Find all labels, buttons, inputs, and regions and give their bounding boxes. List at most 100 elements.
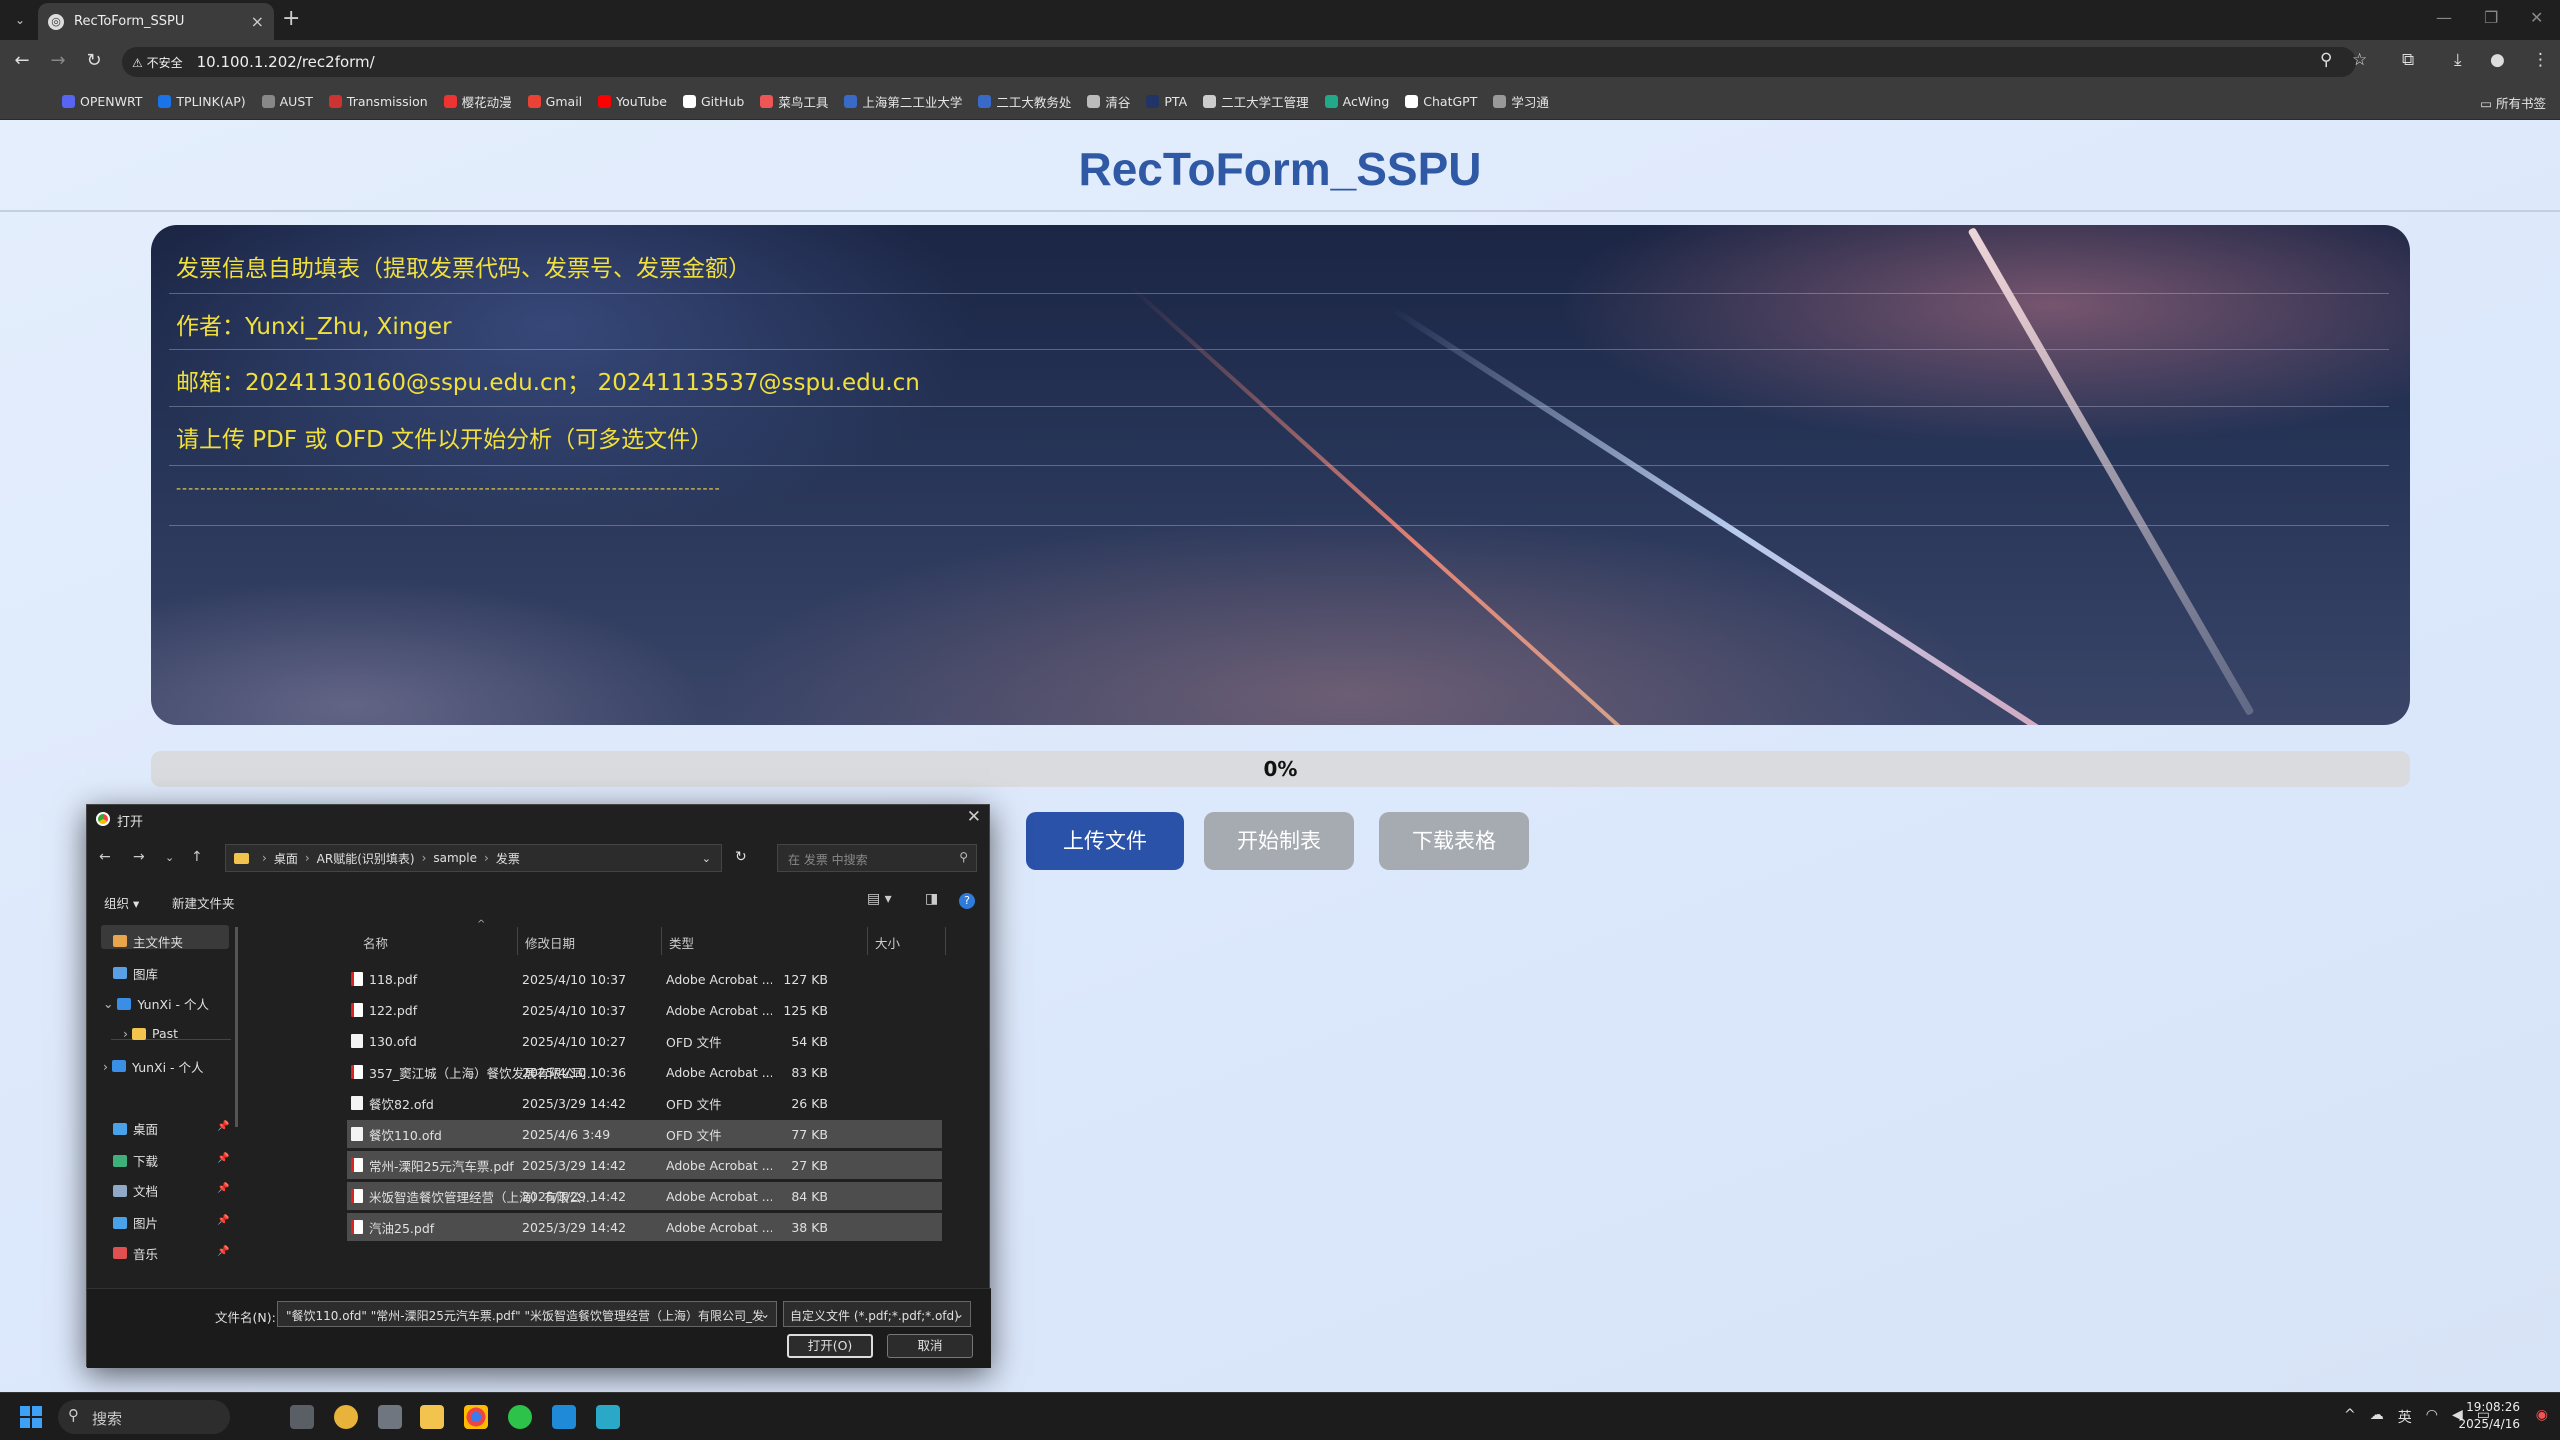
back-icon[interactable]: ← [10, 50, 34, 71]
zoom-icon[interactable]: ⚲ [2320, 50, 2332, 70]
breadcrumb-item[interactable]: 桌面 [274, 850, 298, 867]
download-table-button[interactable]: 下载表格 [1379, 812, 1529, 870]
up-folder-icon[interactable]: ↑ [191, 849, 203, 865]
column-separator[interactable] [945, 927, 946, 955]
sidebar-item[interactable]: › YunXi - 个人 [103, 1057, 204, 1076]
bookmark-item[interactable]: 上海第二工业大学 [844, 92, 962, 111]
file-row[interactable]: 汽油25.pdf 2025/3/29 14:42 Adobe Acrobat ...… [347, 1213, 942, 1241]
recent-locations-icon[interactable]: ⌄ [165, 851, 174, 864]
column-separator[interactable] [661, 927, 662, 955]
tab-search-icon[interactable]: ⌄ [8, 8, 32, 32]
restore-icon[interactable]: ❐ [2484, 8, 2498, 27]
column-separator[interactable] [867, 927, 868, 955]
file-row[interactable]: 130.ofd 2025/4/10 10:27 OFD 文件 54 KB [347, 1027, 942, 1055]
sidebar-item[interactable]: 桌面 [113, 1119, 158, 1138]
profile-avatar-icon[interactable]: ● [2490, 50, 2505, 70]
filetype-select[interactable]: 自定义文件 (*.pdf;*.pdf;*.ofd) ⌄ [783, 1301, 971, 1327]
file-explorer-icon[interactable] [420, 1405, 444, 1429]
file-row[interactable]: 122.pdf 2025/4/10 10:37 Adobe Acrobat ... 1… [347, 996, 942, 1024]
pin-icon[interactable]: 📌 [217, 1246, 229, 1257]
bookmark-star-icon[interactable]: ☆ [2352, 50, 2367, 70]
column-type-header[interactable]: 类型 [669, 933, 694, 952]
browser-tab[interactable]: ◎ RecToForm_SSPU × [38, 3, 274, 40]
file-row[interactable]: 357_窦江城（上海）餐饮发展有限公司_... 2025/4/10 10:36 Ad… [347, 1058, 942, 1086]
pin-icon[interactable]: 📌 [217, 1153, 229, 1164]
extensions-icon[interactable]: ⧉ [2402, 50, 2414, 70]
new-folder-button[interactable]: 新建文件夹 [172, 893, 235, 912]
folder-search-input[interactable]: 在 发票 中搜索 ⚲ [777, 844, 977, 872]
cancel-button[interactable]: 取消 [887, 1334, 973, 1358]
bookmark-item[interactable]: TPLINK(AP) [158, 94, 246, 109]
column-date-header[interactable]: 修改日期 [525, 933, 575, 952]
breadcrumb-item[interactable]: 发票 [496, 850, 520, 867]
column-name-header[interactable]: 名称 [363, 933, 388, 952]
breadcrumb-item[interactable]: sample [433, 851, 477, 865]
bookmark-item[interactable]: YouTube [598, 94, 667, 109]
sidebar-item[interactable]: 图片 [113, 1213, 158, 1232]
address-bar[interactable]: ⚠ 不安全 10.100.1.202/rec2form/ [122, 47, 2356, 77]
expand-icon[interactable]: › [123, 1026, 128, 1041]
download-icon[interactable]: ⤓ [2454, 50, 2462, 70]
vscode-icon[interactable] [552, 1405, 576, 1429]
bookmark-item[interactable]: GitHub [682, 94, 744, 109]
file-row[interactable]: 餐饮110.ofd 2025/4/6 3:49 OFD 文件 77 KB [347, 1120, 942, 1148]
expand-icon[interactable]: › [103, 1059, 108, 1074]
close-tab-icon[interactable]: × [251, 12, 264, 31]
app-icon[interactable] [378, 1405, 402, 1429]
bookmark-item[interactable]: AUST [261, 94, 313, 109]
reload-icon[interactable]: ↻ [82, 50, 106, 71]
sidebar-scrollbar[interactable] [235, 927, 238, 1127]
wifi-icon[interactable]: ◠ [2426, 1407, 2438, 1427]
expand-icon[interactable]: ⌄ [103, 996, 113, 1011]
filename-dropdown-icon[interactable]: ⌄ [760, 1307, 770, 1321]
sidebar-item[interactable]: ⌄ YunXi - 个人 [103, 994, 209, 1013]
sidebar-item[interactable]: 音乐 [113, 1244, 158, 1263]
bookmark-item[interactable]: Transmission [328, 94, 428, 109]
sidebar-item[interactable]: 下载 [113, 1151, 158, 1170]
column-separator[interactable] [517, 927, 518, 955]
dialog-forward-icon[interactable]: → [133, 849, 145, 865]
sidebar-item[interactable]: 主文件夹 [113, 932, 183, 951]
tray-overflow-icon[interactable]: ^ [2344, 1407, 2356, 1427]
path-breadcrumb[interactable]: › 桌面 › AR赋能(识别填表) › sample › 发票 ⌄ [225, 844, 722, 872]
sidebar-item[interactable]: › Past [123, 1026, 178, 1041]
help-icon[interactable]: ? [959, 893, 975, 909]
bookmark-item[interactable]: PTA [1146, 94, 1187, 109]
window-close-icon[interactable]: ✕ [2530, 8, 2543, 27]
file-row[interactable]: 米饭智造餐饮管理经营（上海）有限公司... 2025/3/29 14:42 Adob… [347, 1182, 942, 1210]
bookmark-item[interactable]: 清谷 [1087, 92, 1130, 111]
bookmark-item[interactable]: 二工大教务处 [978, 92, 1071, 111]
minimize-icon[interactable]: — [2436, 8, 2452, 27]
pin-icon[interactable]: 📌 [217, 1183, 229, 1194]
wechat-icon[interactable] [508, 1405, 532, 1429]
sidebar-item[interactable]: 文档 [113, 1181, 158, 1200]
refresh-icon[interactable]: ↻ [735, 849, 747, 865]
file-row[interactable]: 118.pdf 2025/4/10 10:37 Adobe Acrobat ... 1… [347, 965, 942, 993]
start-table-button[interactable]: 开始制表 [1204, 812, 1354, 870]
bookmark-item[interactable]: AcWing [1324, 94, 1389, 109]
task-view-icon[interactable] [290, 1405, 314, 1429]
preview-pane-icon[interactable]: ◨ [925, 891, 938, 907]
onedrive-icon[interactable]: ☁ [2370, 1407, 2384, 1427]
file-row[interactable]: 常州-溧阳25元汽车票.pdf 2025/3/29 14:42 Adobe Acro… [347, 1151, 942, 1179]
bookmark-item[interactable]: Gmail [527, 94, 582, 109]
windows-start-icon[interactable] [20, 1406, 42, 1428]
dialog-close-icon[interactable]: ✕ [967, 807, 981, 827]
pin-icon[interactable]: 📌 [217, 1121, 229, 1132]
chrome-taskbar-icon[interactable] [464, 1405, 488, 1429]
security-indicator[interactable]: ⚠ 不安全 [132, 54, 183, 71]
organize-menu[interactable]: 组织 ▾ [104, 893, 139, 912]
input-method-indicator[interactable]: 英 [2398, 1407, 2412, 1427]
dialog-back-icon[interactable]: ← [99, 849, 111, 865]
new-tab-icon[interactable]: + [282, 6, 300, 31]
filename-input[interactable]: "餐饮110.ofd" "常州-溧阳25元汽车票.pdf" "米饭智造餐饮管理经… [277, 1301, 777, 1327]
view-options-icon[interactable]: ▤ ▾ [867, 891, 892, 907]
taskbar-search-box[interactable]: ⚲ 搜索 [58, 1400, 230, 1434]
all-bookmarks-button[interactable]: ▭ 所有书签 [2480, 93, 2546, 112]
pin-icon[interactable]: 📌 [217, 1215, 229, 1226]
clock[interactable]: 19:08:26 2025/4/16 [2458, 1399, 2520, 1433]
sidebar-item[interactable]: 图库 [113, 964, 158, 983]
upload-file-button[interactable]: 上传文件 [1026, 812, 1184, 870]
widgets-icon[interactable] [334, 1405, 358, 1429]
file-row[interactable]: 餐饮82.ofd 2025/3/29 14:42 OFD 文件 26 KB [347, 1089, 942, 1117]
